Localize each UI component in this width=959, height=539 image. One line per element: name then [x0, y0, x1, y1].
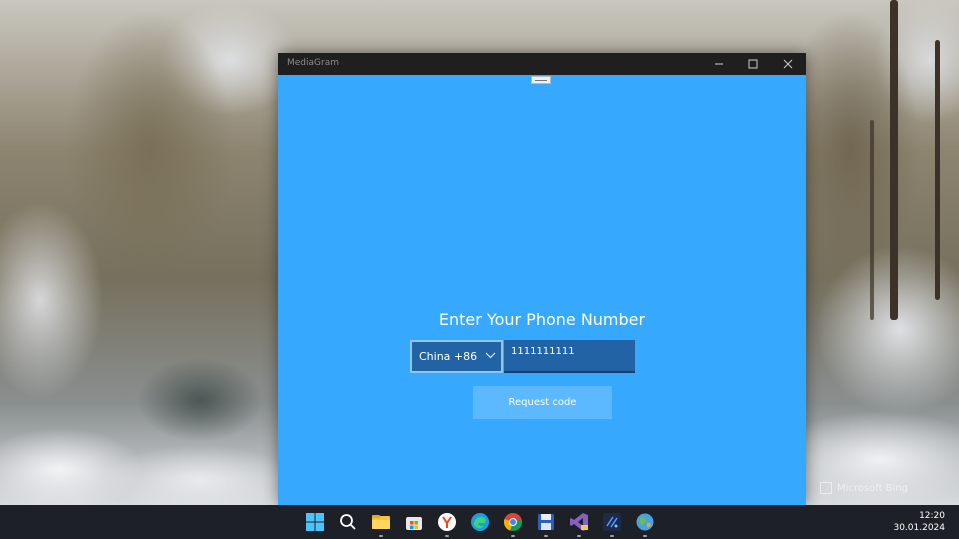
running-indicator	[643, 535, 647, 537]
maximize-icon	[748, 59, 758, 69]
country-code-select[interactable]: China +86	[410, 340, 503, 373]
minimize-icon	[715, 63, 723, 65]
close-icon	[783, 59, 793, 69]
running-indicator	[445, 535, 449, 537]
close-button[interactable]	[771, 53, 805, 75]
running-indicator	[379, 535, 383, 537]
country-code-value: China +86	[419, 350, 478, 363]
running-indicator	[511, 535, 515, 537]
phone-number-value: 1111111111	[511, 346, 575, 357]
search-icon[interactable]	[337, 511, 359, 533]
edge-icon[interactable]	[469, 511, 491, 533]
bing-logo-icon	[820, 482, 832, 494]
start-icon[interactable]	[304, 511, 326, 533]
visual-studio-icon[interactable]	[568, 511, 590, 533]
running-indicator	[610, 535, 614, 537]
clock-time: 12:20	[919, 511, 945, 521]
code-editor-icon[interactable]	[601, 511, 623, 533]
globe-app-icon[interactable]	[634, 511, 656, 533]
window-title: MediaGram	[287, 58, 339, 68]
chevron-down-icon	[485, 352, 496, 359]
save-disk-icon[interactable]	[535, 511, 557, 533]
request-code-button[interactable]: Request code	[473, 386, 612, 419]
app-content: Enter Your Phone Number China +86 111111…	[278, 75, 806, 505]
maximize-button[interactable]	[736, 53, 770, 75]
chrome-icon[interactable]	[502, 511, 524, 533]
yandex-browser-icon[interactable]	[436, 511, 458, 533]
microsoft-store-icon[interactable]	[403, 511, 425, 533]
app-window: MediaGram Enter Your Phone Number China …	[278, 53, 806, 505]
file-explorer-icon[interactable]	[370, 511, 392, 533]
running-indicator	[577, 535, 581, 537]
bing-watermark-text: Microsoft Bing	[837, 482, 909, 494]
minimize-button[interactable]	[702, 53, 736, 75]
phone-number-input[interactable]: 1111111111	[504, 340, 635, 373]
page-heading: Enter Your Phone Number	[438, 310, 646, 329]
drag-handle[interactable]	[531, 76, 551, 84]
system-clock[interactable]: 12:20 30.01.2024	[893, 510, 945, 534]
clock-date: 30.01.2024	[893, 523, 945, 533]
running-indicator	[544, 535, 548, 537]
bing-watermark: Microsoft Bing	[820, 482, 908, 494]
title-bar[interactable]: MediaGram	[278, 53, 806, 75]
taskbar: 12:20 30.01.2024	[0, 505, 959, 539]
